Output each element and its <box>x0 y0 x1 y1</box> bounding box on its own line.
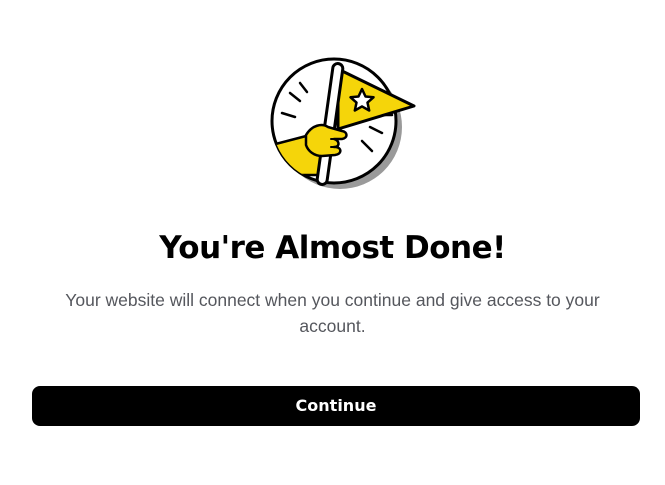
continue-button[interactable]: Continue <box>32 386 640 426</box>
connect-dialog: You're Almost Done! Your website will co… <box>0 0 665 485</box>
dialog-description: Your website will connect when you conti… <box>65 290 600 336</box>
dialog-title: You're Almost Done! <box>159 230 506 266</box>
pennant-flag-icon <box>270 57 416 189</box>
